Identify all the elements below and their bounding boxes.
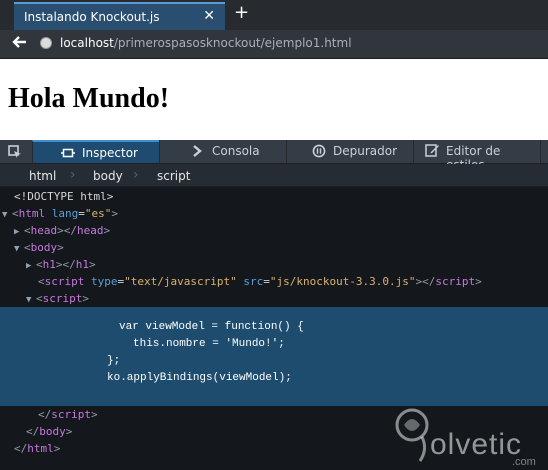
tag-name: script bbox=[42, 292, 83, 305]
tag-name: script bbox=[44, 275, 85, 288]
debugger-icon bbox=[312, 144, 326, 161]
node-body[interactable]: ▼ <body> bbox=[14, 239, 64, 256]
console-icon bbox=[191, 144, 205, 161]
tab-console[interactable]: Consola bbox=[159, 140, 286, 163]
inspector-icon bbox=[61, 146, 75, 163]
tab-style-editor[interactable]: Editor de estilos bbox=[413, 140, 541, 172]
tag-name: body bbox=[30, 241, 58, 254]
close-icon[interactable]: ✕ bbox=[203, 8, 215, 24]
twisty-expanded-icon[interactable]: ▼ bbox=[2, 207, 12, 224]
code-line: this.nombre = 'Mundo!'; bbox=[133, 338, 285, 350]
tab-label: Depurador bbox=[333, 144, 398, 158]
url-host: localhost bbox=[60, 36, 114, 50]
tag-name: head bbox=[30, 224, 58, 237]
tag-name: script bbox=[51, 408, 91, 421]
page-heading: Hola Mundo! bbox=[8, 83, 170, 114]
node-body-close[interactable]: </body> bbox=[26, 423, 72, 440]
node-doctype[interactable]: <!DOCTYPE html> bbox=[14, 188, 113, 205]
tab-label: Consola bbox=[212, 144, 260, 158]
chevron-right-icon: › bbox=[70, 167, 76, 183]
chevron-right-icon: › bbox=[133, 167, 139, 183]
watermark-brand: olvetic bbox=[430, 428, 523, 461]
breadcrumb-body[interactable]: body bbox=[93, 169, 123, 183]
plus-icon[interactable]: + bbox=[234, 4, 249, 22]
selected-node-content[interactable]: var viewModel = function() { this.nombre… bbox=[0, 307, 548, 406]
tag-name: html bbox=[18, 207, 46, 220]
node-html-close[interactable]: </html> bbox=[14, 440, 60, 457]
attr-value: "text/javascript" bbox=[124, 275, 237, 288]
element-picker-icon[interactable] bbox=[8, 144, 22, 158]
attr-value: "es" bbox=[84, 207, 112, 220]
tag-name: h1 bbox=[75, 258, 89, 271]
address-bar[interactable]: localhost/primerospasosknockout/ejemplo1… bbox=[60, 36, 352, 50]
node-script-external[interactable]: <script type="text/javascript" src="js/k… bbox=[38, 273, 482, 290]
attr-name: type bbox=[91, 275, 118, 288]
browser-tab-strip: Instalando Knockout.js ✕ + bbox=[0, 0, 548, 30]
attr-name: src bbox=[243, 275, 264, 288]
breadcrumb: html › body › script bbox=[0, 164, 548, 187]
tab-inspector[interactable]: Inspector bbox=[32, 140, 159, 163]
devtools-toolbar: Inspector Consola Depurador Editor de es… bbox=[0, 140, 548, 172]
code-line: ko.applyBindings(viewModel); bbox=[107, 372, 292, 384]
tag-name: h1 bbox=[42, 258, 56, 271]
globe-icon bbox=[40, 37, 52, 49]
node-html[interactable]: ▼ <html lang="es"> bbox=[2, 205, 118, 222]
twisty-collapsed-icon[interactable]: ▶ bbox=[26, 258, 36, 275]
node-head[interactable]: ▶ <head></head> bbox=[14, 222, 110, 239]
doctype-text: <!DOCTYPE html> bbox=[14, 190, 114, 203]
tab-title: Instalando Knockout.js bbox=[24, 10, 160, 24]
code-line: }; bbox=[107, 355, 121, 367]
tag-name: html bbox=[27, 442, 54, 455]
breadcrumb-script[interactable]: script bbox=[157, 169, 190, 183]
node-script-close[interactable]: </script> bbox=[38, 406, 98, 423]
browser-tab[interactable]: Instalando Knockout.js ✕ bbox=[14, 2, 225, 30]
page-viewport: Hola Mundo! bbox=[0, 59, 548, 140]
breadcrumb-html[interactable]: html bbox=[29, 169, 56, 183]
tab-debugger[interactable]: Depurador bbox=[286, 140, 413, 163]
code-line: var viewModel = function() { bbox=[119, 321, 304, 333]
url-path: /primerospasosknockout/ejemplo1.html bbox=[113, 36, 352, 50]
tag-name: body bbox=[39, 425, 66, 438]
arrow-left-icon[interactable] bbox=[10, 33, 28, 55]
style-editor-icon bbox=[425, 143, 440, 161]
tag-name: script bbox=[435, 275, 476, 288]
node-h1[interactable]: ▶ <h1></h1> bbox=[26, 256, 96, 273]
navigation-bar: localhost/primerospasosknockout/ejemplo1… bbox=[0, 30, 548, 59]
attr-value: "js/knockout-3.3.0.js" bbox=[269, 275, 416, 288]
tab-label: Inspector bbox=[82, 146, 138, 160]
twisty-expanded-icon[interactable]: ▼ bbox=[14, 241, 24, 258]
tag-name: head bbox=[77, 224, 104, 237]
attr-name: lang bbox=[51, 207, 79, 220]
node-script-inline[interactable]: ▼ <script> bbox=[26, 290, 89, 307]
watermark-suffix: .com bbox=[512, 456, 536, 468]
